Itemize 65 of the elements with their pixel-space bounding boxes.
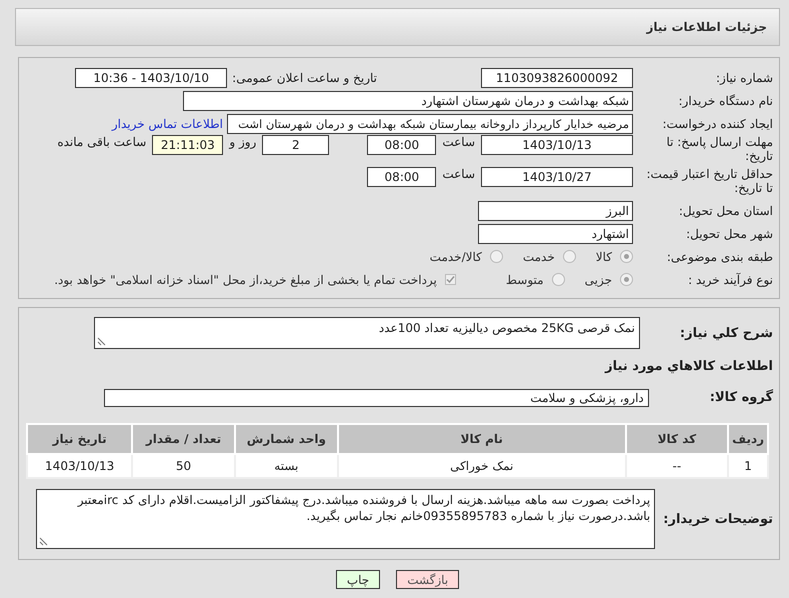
field-label: حداقل تاریخ اعتبار قیمت: تا تاریخ:	[645, 167, 773, 195]
resize-grip-icon[interactable]	[39, 537, 48, 546]
field-label: شهر محل تحویل:	[685, 226, 773, 240]
column-header: تعداد / مقدار	[132, 424, 235, 454]
summary-text: نمک قرصی 25KG مخصوص دیالیزیه تعداد 100عدد	[378, 321, 635, 335]
time-label: ساعت	[442, 167, 475, 181]
radio-button[interactable]	[620, 250, 633, 263]
remaining-label: ساعت باقی مانده	[57, 135, 146, 149]
field-label: توضیحات خریدار:	[663, 512, 773, 526]
page-title: جزئیات اطلاعات نیاز	[646, 20, 767, 34]
option-label: جزیی	[584, 272, 612, 286]
announce-date-field: 1403/10/10 - 10:36	[75, 68, 228, 88]
resize-grip-icon[interactable]	[96, 337, 106, 346]
field-label: استان محل تحویل:	[678, 204, 773, 218]
days-field: 2	[262, 135, 330, 155]
back-button[interactable]: بازگشت	[396, 570, 460, 589]
option-label: متوسط	[506, 272, 544, 286]
goods-group-field: دارو، پزشکی و سلامت	[104, 388, 649, 406]
radio-button[interactable]	[552, 273, 565, 286]
date-field: 1403/10/13	[481, 135, 633, 155]
column-header: ردیف	[728, 424, 768, 454]
province-field: البرز	[478, 200, 633, 220]
option-label: کالا	[596, 250, 612, 264]
buyer-org-field: شبکه بهداشت و درمان شهرستان اشتهارد	[183, 90, 633, 110]
table-cell: 1	[728, 454, 768, 478]
column-header: واحد شمارش	[234, 424, 338, 454]
requester-field: مرضیه خدایار کارپرداز داروخانه بیمارستان شبکه بهداشت و درمان شهرستان اشت	[227, 114, 633, 134]
days-label: روز و	[229, 135, 256, 149]
field-label: تاریخ و ساعت اعلان عمومی:	[232, 70, 377, 84]
time-label: ساعت	[442, 135, 475, 149]
radio-button[interactable]	[562, 250, 576, 263]
table-cell: 50	[132, 454, 235, 478]
column-header: نام کالا	[338, 424, 626, 454]
column-header: تاریخ نیاز	[27, 424, 132, 454]
date-field: 1403/10/27	[481, 167, 633, 187]
checkbox[interactable]	[444, 274, 456, 285]
field-label: ایجاد کننده درخواست:	[661, 116, 773, 130]
need-number-field: 1103093826000092	[481, 68, 633, 88]
field-label: طبقه بندی موضوعی:	[666, 250, 773, 264]
field-label: نام دستگاه خریدار:	[678, 94, 773, 108]
section-heading: اطلاعات کالاهاي مورد نياز	[604, 359, 773, 374]
field-label: شرح کلي نياز:	[680, 326, 773, 340]
summary-textarea[interactable]: نمک قرصی 25KG مخصوص دیالیزیه تعداد 100عدد	[94, 317, 640, 349]
option-label: خدمت	[522, 250, 555, 264]
time-field: 08:00	[367, 135, 436, 155]
option-label: پرداخت تمام یا بخشی از مبلغ خرید،از محل "اسناد خزانه اسلامی" خواهد بود.	[54, 272, 437, 286]
option-label: کالا/خدمت	[430, 250, 482, 264]
field-label: شماره نیاز:	[715, 70, 773, 84]
table-cell: --	[626, 454, 728, 478]
time-field: 08:00	[367, 167, 436, 187]
table-cell: بسته	[234, 454, 338, 478]
table-cell: 1403/10/13	[27, 454, 132, 478]
contact-link[interactable]: اطلاعات تماس خریدار	[112, 116, 223, 130]
field-label: مهلت ارسال پاسخ: تا تاریخ:	[665, 135, 773, 163]
print-button[interactable]: چاپ	[336, 570, 380, 589]
city-field: اشتهارد	[478, 224, 633, 244]
radio-button[interactable]	[620, 273, 633, 286]
field-label: نوع فرآیند خرید :	[687, 272, 773, 286]
table-cell: نمک خوراکی	[338, 454, 626, 478]
field-label: گروه کالا:	[710, 390, 773, 405]
notes-textarea[interactable]: پرداخت بصورت سه ماهه میباشد.هزینه ارسال با فروشنده میباشد.درج پیشفاکتور الزامیست.اقلام دارای کد ircمعتبر باشد.درصورت نیاز با شماره 09355895783خانم نجار تماس بگیرید.	[36, 489, 656, 549]
column-header: کد کالا	[626, 424, 728, 454]
radio-button[interactable]	[490, 250, 503, 263]
remaining-time-field: 21:11:03	[152, 135, 224, 155]
notes-text: پرداخت بصورت سه ماهه میباشد.هزینه ارسال با فروشنده میباشد.درج پیشفاکتور الزامیست.اقلام دارای کد ircمعتبر باشد.درصورت نیاز با شماره 09355895783خانم نجار تماس بگیرید.	[78, 493, 650, 523]
